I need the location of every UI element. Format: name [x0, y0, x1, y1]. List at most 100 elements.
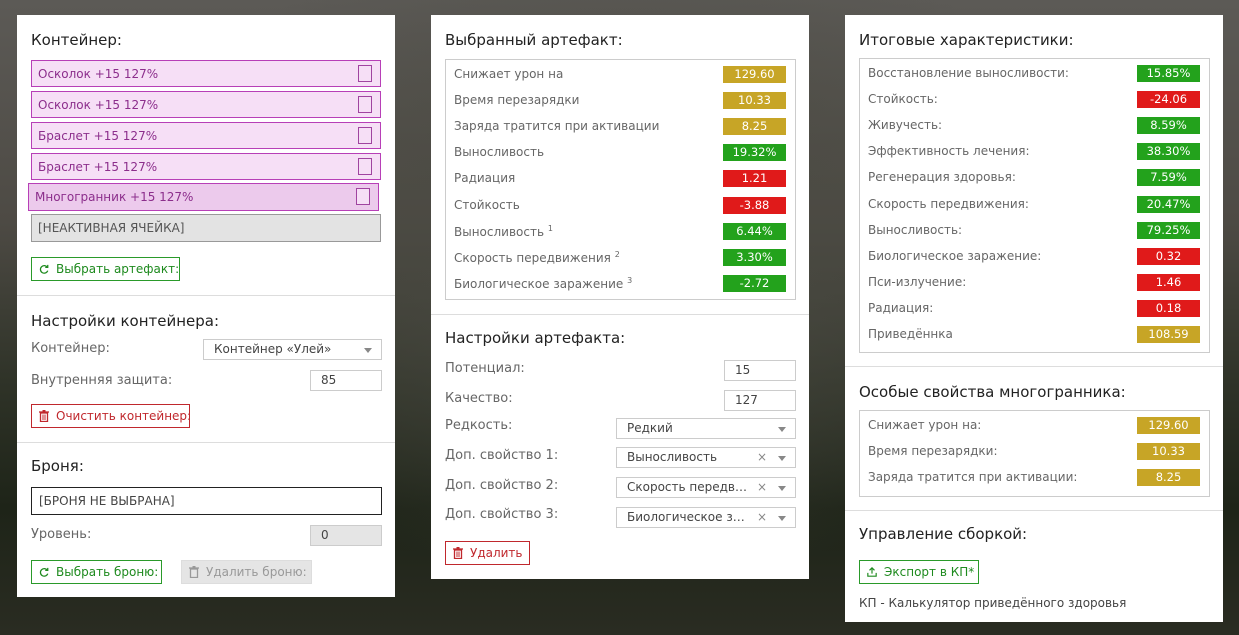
artifact-stat-value-badge: 10.33 [723, 92, 786, 110]
total-stat-value-badge: 79.25% [1137, 221, 1200, 239]
container-slot-4[interactable]: Браслет +15 127% [31, 153, 381, 180]
total-stat-label-text: Скорость передвижения: [868, 196, 1029, 211]
prop3-select[interactable]: Биологическое заражение × [616, 507, 796, 528]
totals-stats-box: Восстановление выносливости: 15.85% Стойко… [859, 58, 1210, 353]
total-stat-label: Восстановление выносливости: [868, 66, 1069, 80]
total-stat-label-text: Радиация: [868, 300, 934, 315]
chevron-down-icon [778, 427, 786, 432]
prop1-select[interactable]: Выносливость × [616, 447, 796, 468]
artifact-stat-label-text: Стойкость [454, 197, 520, 212]
trash-icon [39, 410, 49, 422]
artifact-stat-label: Заряда тратится при активации [454, 119, 659, 133]
total-stat-value-badge: 8.59% [1137, 117, 1200, 135]
armor-title: Броня: [31, 457, 84, 475]
potential-input[interactable]: 15 [724, 360, 796, 381]
total-stat-value-badge: 15.85% [1137, 65, 1200, 82]
artifact-stat-label: Стойкость [454, 198, 520, 212]
container-type-label: Контейнер: [31, 341, 110, 356]
potential-value: 15 [735, 363, 751, 377]
total-stat-label: Живучесть: [868, 118, 942, 132]
delete-artifact-label: Удалить [470, 546, 523, 560]
armor-level-value: 0 [321, 528, 329, 542]
close-icon[interactable]: × [757, 478, 767, 497]
copy-icon[interactable] [354, 127, 372, 148]
choose-armor-button[interactable]: Выбрать броню: [31, 560, 162, 584]
remove-armor-button[interactable]: Удалить броню: [181, 560, 312, 584]
container-settings-title: Настройки контейнера: [31, 312, 220, 330]
prop3-label: Доп. свойство 3: [445, 507, 559, 522]
choose-artifact-button[interactable]: Выбрать артефакт: [31, 257, 180, 281]
copy-icon[interactable] [354, 158, 372, 179]
selected-artifact-title: Выбранный артефакт: [445, 31, 623, 49]
rarity-value: Редкий [627, 421, 673, 435]
rarity-label: Редкость: [445, 418, 513, 433]
artifact-stat-label: Снижает урон на [454, 67, 563, 81]
export-button[interactable]: Экспорт в КП* [859, 560, 979, 584]
middle-panel: Выбранный артефакт: Снижает урон на 129.6… [431, 15, 809, 579]
delete-artifact-button[interactable]: Удалить [445, 541, 530, 565]
total-stat-label: Пси-излучение: [868, 275, 966, 289]
artifact-stat-value-badge: 1.21 [723, 170, 786, 188]
container-slot-1[interactable]: Осколок +15 127% [31, 60, 381, 87]
chevron-down-icon [364, 348, 372, 353]
refresh-icon [39, 567, 49, 577]
armor-level-input[interactable]: 0 [310, 525, 382, 546]
total-stat-label-text: Пси-излучение: [868, 274, 967, 289]
polyhedron-section: Особые свойства многогранника: Снижает у… [845, 367, 1223, 511]
container-slot-5[interactable]: Многогранник +15 127% [28, 183, 379, 211]
close-icon[interactable]: × [757, 508, 767, 527]
total-stat-value-badge: 38.30% [1137, 143, 1200, 161]
total-stat-label-text: Стойкость: [868, 92, 938, 107]
container-settings-section: Настройки контейнера: Контейнер: Контейн… [17, 296, 395, 443]
armor-field[interactable]: [БРОНЯ НЕ ВЫБРАНА] [31, 487, 382, 515]
artifact-stat-label: Время перезарядки [454, 93, 579, 107]
total-stat-label: Стойкость: [868, 92, 938, 106]
total-stat-label-text: Выносливость: [868, 222, 963, 237]
armor-level-label: Уровень: [31, 527, 92, 542]
copy-icon[interactable] [352, 188, 370, 209]
clear-container-button[interactable]: Очистить контейнер: [31, 404, 191, 428]
totals-section: Итоговые характеристики: Восстановление … [845, 15, 1223, 367]
polyhedron-stat-label-text: Снижает урон на: [868, 418, 982, 432]
export-label: Экспорт в КП* [884, 565, 975, 579]
total-stat-label: Биологическое заражение: [868, 249, 1041, 263]
copy-icon[interactable] [354, 96, 372, 117]
artifact-stat-label: Биологическое заражение 3 [454, 276, 632, 291]
slot-label: Браслет +15 127% [38, 129, 158, 143]
artifact-settings-title: Настройки артефакта: [445, 329, 626, 347]
build-section: Управление сборкой: Экспорт в КП* КП - К… [845, 511, 1223, 624]
trash-icon [453, 547, 463, 559]
artifact-stat-label: Скорость передвижения 2 [454, 250, 620, 265]
container-slot-3[interactable]: Браслет +15 127% [31, 122, 381, 149]
rarity-select[interactable]: Редкий [616, 418, 796, 439]
remove-armor-label: Удалить броню: [206, 565, 307, 579]
artifact-stat-label-text: Заряда тратится при активации [454, 119, 660, 134]
container-slot-2[interactable]: Осколок +15 127% [31, 91, 381, 118]
slot-label: Осколок +15 127% [38, 67, 159, 81]
chevron-down-icon [778, 516, 786, 521]
artifact-stat-value-badge: -3.88 [723, 196, 786, 214]
total-stat-value-badge: 7.59% [1137, 169, 1200, 187]
close-icon[interactable]: × [757, 448, 767, 467]
polyhedron-stat-value-badge: 10.33 [1137, 443, 1200, 461]
artifact-settings-section: Настройки артефакта: Потенциал: 15 Качес… [431, 315, 809, 579]
protection-input[interactable]: 85 [310, 370, 382, 391]
quality-input[interactable]: 127 [724, 390, 796, 411]
total-stat-label-text: Биологическое заражение: [868, 248, 1042, 263]
chevron-down-icon [778, 486, 786, 491]
inactive-slot: [НЕАКТИВНАЯ ЯЧЕЙКА] [31, 214, 381, 242]
choose-artifact-label: Выбрать артефакт: [56, 262, 180, 276]
container-type-select[interactable]: Контейнер «Улей» [203, 339, 382, 360]
build-title: Управление сборкой: [859, 525, 1028, 543]
artifact-stat-label: Выносливость 1 [454, 224, 553, 239]
slot-label: Браслет +15 127% [38, 160, 158, 174]
armor-section: Броня: [БРОНЯ НЕ ВЫБРАНА] Уровень: 0 Выб… [17, 443, 395, 599]
total-stat-label-text: Приведённка [868, 327, 953, 341]
prop2-select[interactable]: Скорость передвижения × [616, 477, 796, 498]
copy-icon[interactable] [354, 65, 372, 86]
artifact-stat-label: Выносливость [454, 145, 544, 159]
polyhedron-stat-value-badge: 8.25 [1137, 469, 1200, 487]
protection-label: Внутренняя защита: [31, 373, 173, 388]
polyhedron-title: Особые свойства многогранника: [859, 383, 1126, 401]
artifact-stat-value-badge: 8.25 [723, 118, 786, 136]
